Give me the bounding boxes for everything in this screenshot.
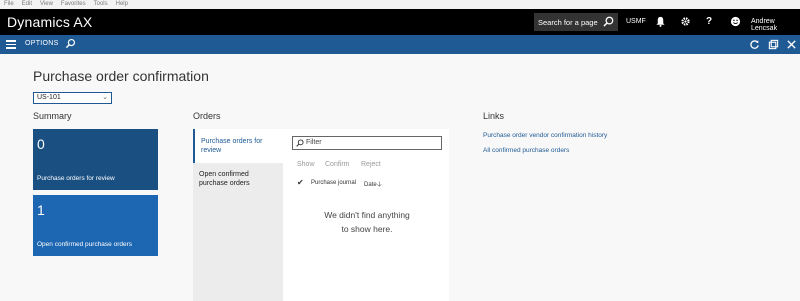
- links-heading: Links: [483, 111, 505, 121]
- tab-open-confirmed-purchase-orders[interactable]: Open confirmed purchase orders: [199, 170, 279, 188]
- link-vendor-confirmation-history[interactable]: Purchase order vendor confirmation histo…: [483, 132, 607, 139]
- tile-count: 1: [37, 202, 45, 218]
- menu-edit[interactable]: Edit: [22, 0, 32, 9]
- empty-state-line-2: to show here.: [341, 224, 393, 234]
- tab-purchase-orders-for-review[interactable]: Purchase orders for review: [193, 129, 283, 163]
- vendor-account-dropdown[interactable]: US-101 ⌄: [33, 92, 112, 104]
- company-selector[interactable]: USMF: [626, 18, 646, 25]
- search-icon[interactable]: [603, 16, 614, 27]
- page-title: Purchase order confirmation: [33, 68, 209, 84]
- column-header-purchase-journal[interactable]: Purchase journal: [311, 180, 356, 186]
- select-all-check-icon[interactable]: ✔: [297, 178, 304, 187]
- gear-icon[interactable]: [679, 16, 691, 28]
- tile-open-confirmed-purchase-orders[interactable]: 1 Open confirmed purchase orders: [33, 195, 158, 256]
- reject-button[interactable]: Reject: [361, 161, 381, 168]
- tile-label: Open confirmed purchase orders: [37, 241, 133, 248]
- app-menu-bar: File Edit View Favorites Tools Help: [0, 0, 800, 9]
- bell-icon[interactable]: [654, 16, 666, 28]
- help-icon[interactable]: ?: [703, 16, 715, 28]
- smiley-feedback-icon[interactable]: [729, 16, 741, 28]
- top-navigation-bar: Dynamics AX Search for a page USMF ? And…: [0, 9, 800, 35]
- link-all-confirmed-purchase-orders[interactable]: All confirmed purchase orders: [483, 147, 569, 154]
- column-header-date[interactable]: Date🡣: [364, 180, 382, 191]
- column-header-date-label: Date: [364, 182, 377, 188]
- menu-file[interactable]: File: [4, 0, 14, 9]
- vendor-account-value: US-101: [37, 94, 61, 101]
- tile-count: 0: [37, 136, 45, 152]
- brand-title[interactable]: Dynamics AX: [0, 14, 167, 30]
- tab-label: Purchase orders for review: [201, 138, 263, 154]
- tile-purchase-orders-for-review[interactable]: 0 Purchase orders for review: [33, 129, 158, 190]
- empty-state-message: We didn't find anything to show here.: [292, 208, 442, 236]
- show-button[interactable]: Show: [297, 161, 315, 168]
- options-button[interactable]: OPTIONS: [25, 40, 59, 47]
- search-icon[interactable]: [65, 38, 76, 49]
- menu-view[interactable]: View: [40, 0, 53, 9]
- search-icon: [296, 139, 304, 147]
- filter-input[interactable]: Filter: [292, 136, 442, 150]
- confirm-button[interactable]: Confirm: [325, 161, 350, 168]
- refresh-icon[interactable]: [749, 39, 760, 50]
- sort-descending-icon: 🡣: [376, 181, 382, 188]
- menu-favorites[interactable]: Favorites: [61, 0, 86, 9]
- open-new-window-icon[interactable]: [768, 39, 779, 50]
- filter-placeholder: Filter: [306, 139, 322, 146]
- close-icon[interactable]: [786, 39, 797, 50]
- chevron-down-icon: ⌄: [102, 94, 108, 101]
- menu-tools[interactable]: Tools: [94, 0, 108, 9]
- orders-heading: Orders: [193, 111, 221, 121]
- tile-label: Purchase orders for review: [37, 175, 115, 182]
- action-bar: OPTIONS: [0, 35, 800, 54]
- empty-state-line-1: We didn't find anything: [324, 210, 410, 220]
- menu-help[interactable]: Help: [116, 0, 128, 9]
- page-search-placeholder: Search for a page: [538, 17, 598, 27]
- hamburger-menu-icon[interactable]: [6, 40, 16, 51]
- page-search-box[interactable]: Search for a page: [534, 13, 618, 31]
- summary-heading: Summary: [33, 111, 72, 121]
- user-name[interactable]: Andrew Lencsak: [751, 18, 800, 32]
